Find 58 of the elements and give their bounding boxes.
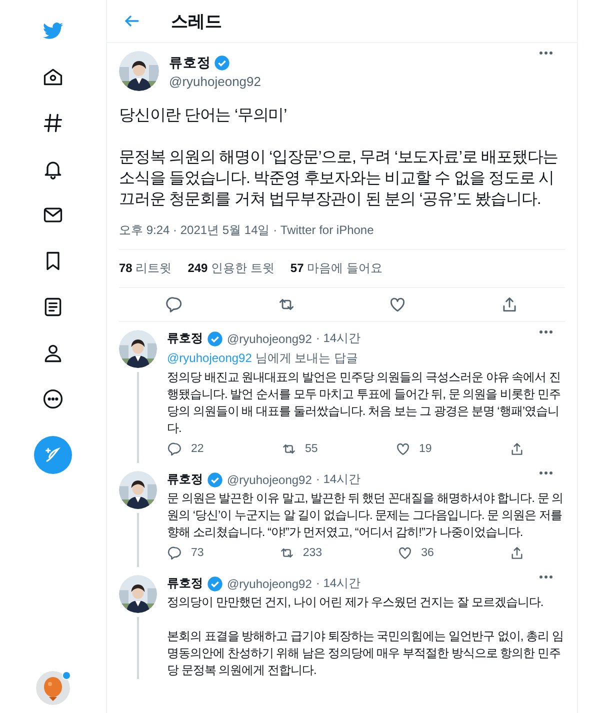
verified-badge-icon <box>214 54 230 70</box>
author-name: 류호정 <box>167 330 203 347</box>
tweet-text: 문정복 의원의 해명이 ‘입장문’으로, 무려 ‘보도자료’로 배포됐다는 소식을 들었습니다. 박준영 후보자와는 비교할 수 없을 정도로 시끄러운 청문회를 거쳐 법무부장관이 된 분의 ‘공유’도 봤습니다. <box>119 148 560 210</box>
tweet-timestamp: 오후 9:24 · 2021년 5월 14일 · Twitter for iPhone <box>119 222 565 250</box>
author-handle: @ryuhojeong92 <box>227 332 312 346</box>
heart-icon[interactable] <box>388 295 408 314</box>
compose-button[interactable] <box>34 436 72 474</box>
reply-time: · 14시간 <box>316 575 361 592</box>
retweet-count: 55 <box>305 443 318 455</box>
bird-logo-icon[interactable] <box>42 20 64 42</box>
heart-icon[interactable] <box>397 545 414 561</box>
stat-link[interactable]: 249 인용한 트윗 <box>188 260 274 277</box>
like-count: 19 <box>419 443 432 455</box>
author-handle: @ryuhojeong92 <box>227 576 312 590</box>
avatar[interactable] <box>119 51 159 91</box>
header-title: 스레드 <box>171 10 222 32</box>
hashtag-icon[interactable] <box>42 112 64 134</box>
author-handle: @ryuhojeong92 <box>169 74 262 88</box>
verified-badge-icon <box>207 472 223 488</box>
more-icon[interactable] <box>42 388 64 410</box>
avatar[interactable] <box>119 471 157 509</box>
reply-icon[interactable] <box>167 545 183 561</box>
share-icon[interactable] <box>508 545 525 561</box>
reply-time: · 14시간 <box>316 330 361 347</box>
avatar[interactable] <box>119 575 157 613</box>
share-icon[interactable] <box>509 441 525 457</box>
home-icon[interactable] <box>42 66 64 88</box>
verified-badge-icon <box>207 576 223 592</box>
reply-text: 정의당 배진교 원내대표의 발언은 민주당 의원들의 극성스러운 야유 속에서 진행됐습니다. 발언 순서를 모두 마치고 투표에 들어간 뒤, 문 의원을 비롯한 민주당의 의원들이 배 대표를 둘러쌌습니다. 처음 보는 그 광경은 분명 ‘행패’였습니다. <box>167 369 562 437</box>
stat-link[interactable]: 57 마음에 들어요 <box>290 260 382 277</box>
author-name: 류호정 <box>167 575 203 592</box>
list-icon[interactable] <box>42 296 64 318</box>
more-options-icon[interactable] <box>539 575 553 579</box>
author-handle: @ryuhojeong92 <box>227 472 312 486</box>
reply-time: · 14시간 <box>316 471 361 488</box>
reply-text: 본회의 표결을 방해하고 급기야 퇴장하는 국민의힘에는 일언반구 없이, 총리 임명동의안에 찬성하기 위해 남은 정의당에 매우 부적절한 방식으로 항의한 민주당 문정복 의원에게 전합니다. <box>167 628 564 679</box>
heart-icon[interactable] <box>395 441 411 457</box>
reply-icon[interactable] <box>167 441 183 457</box>
more-options-icon[interactable] <box>539 51 553 55</box>
reply-icon[interactable] <box>165 295 184 314</box>
reply-count: 73 <box>191 547 204 559</box>
reply-count: 22 <box>191 443 204 455</box>
like-count: 36 <box>421 547 434 559</box>
more-options-icon[interactable] <box>539 330 553 334</box>
tweet-text: 당신이란 단어는 ‘무의미’ <box>119 106 288 126</box>
reply-text: 문 의원은 발끈한 이유 말고, 발끈한 뒤 했던 꼰대질을 해명하셔야 합니다. 문 의원의 ‘당신’이 누군지는 알 길이 없습니다. 문제는 그다음입니다. 문 의원은 저를 향해 소리쳤습니다. “야!”가 먼저였고, “어디서 감히!”가 나중이었습니다. <box>167 490 564 541</box>
quill-icon <box>44 446 62 464</box>
author-name: 류호정 <box>169 54 211 72</box>
more-options-icon[interactable] <box>539 471 553 475</box>
verified-badge-icon <box>207 330 223 346</box>
account-avatar[interactable] <box>36 671 70 705</box>
stat-link[interactable]: 78 리트윗 <box>119 260 172 277</box>
reply-text: 정의당이 만만했던 건지, 나이 어린 제가 우스웠던 건지는 잘 모르겠습니다. <box>167 594 544 611</box>
author-name: 류호정 <box>167 471 203 488</box>
retweet-count: 233 <box>302 547 322 559</box>
avatar[interactable] <box>119 330 157 368</box>
replying-to-text: @ryuhojeong92 님에게 보내는 답글 <box>167 350 359 367</box>
profile-icon[interactable] <box>42 342 64 364</box>
